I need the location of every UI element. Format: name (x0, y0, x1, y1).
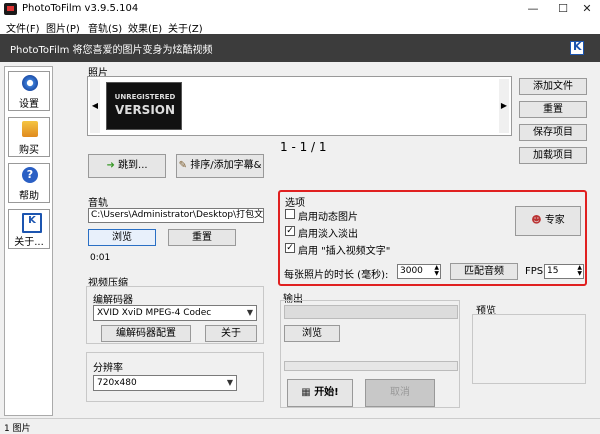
film-icon: ▦ (301, 387, 311, 398)
cancel-button[interactable]: 取消 (365, 379, 435, 407)
codec-select[interactable]: XVID XviD MPEG-4 Codec ▼ (93, 305, 257, 321)
save-project-button[interactable]: 保存项目 (519, 124, 587, 141)
sidebar: 设置 购买 ? 帮助 K 关于... (4, 66, 53, 416)
app-icon (4, 3, 17, 15)
output-group: 浏览 ▦ 开始! 取消 (280, 300, 460, 408)
expert-button[interactable]: ☻ 专家 (515, 206, 581, 236)
sidebar-item-label: 购买 (19, 145, 39, 156)
audio-browse-button[interactable]: 浏览 (88, 229, 156, 246)
close-button[interactable]: ✕ (572, 0, 600, 18)
match-audio-button[interactable]: 匹配音频 (450, 263, 518, 280)
dynamic-pictures-checkbox[interactable] (285, 209, 295, 219)
spinner-arrows-icon[interactable]: ▲ ▼ (577, 265, 582, 277)
sidebar-item-label: 设置 (19, 99, 39, 110)
codec-about-button[interactable]: 关于 (205, 325, 257, 342)
goto-button[interactable]: ➜ 跳到... (88, 154, 166, 178)
output-browse-button[interactable]: 浏览 (284, 325, 340, 342)
sidebar-item-label: 帮助 (19, 191, 39, 202)
chevron-down-icon: ▼ (246, 308, 253, 317)
load-project-button[interactable]: 加载项目 (519, 147, 587, 164)
resolution-group: 分辨率 720x480 ▼ (86, 352, 264, 402)
menu-audio[interactable]: 音轨(S) (88, 20, 122, 35)
scroll-right-button[interactable]: ▶ (499, 79, 509, 133)
sort-icon: ✎ (178, 160, 188, 171)
codec-label: 编解码器 (93, 295, 133, 306)
sidebar-item-label: 关于... (14, 237, 44, 248)
sidebar-item-buy[interactable]: 购买 (8, 117, 50, 157)
menu-about[interactable]: 关于(Z) (168, 20, 203, 35)
sidebar-item-settings[interactable]: 设置 (8, 71, 50, 111)
codec-config-button[interactable]: 编解码器配置 (101, 325, 191, 342)
sort-subtitle-button[interactable]: ✎ 排序/添加字幕& (176, 154, 264, 178)
person-icon: ☻ (531, 215, 542, 226)
fade-label: 启用淡入淡出 (298, 229, 358, 240)
fps-label: FPS (525, 266, 544, 277)
menu-effects[interactable]: 效果(E) (128, 20, 162, 35)
watermark-line1: UNREGISTERED (114, 93, 176, 101)
menu-file[interactable]: 文件(F) (6, 20, 40, 35)
spinner-arrows-icon[interactable]: ▲ ▼ (434, 265, 439, 277)
fps-spinner[interactable]: 15 ▲ ▼ (544, 264, 584, 279)
audio-path-input[interactable]: C:\Users\Administrator\Desktop\打包文件\pc (88, 208, 264, 223)
photo-strip[interactable]: ◀ UNREGISTERED VERSION ▶ (87, 76, 512, 136)
audio-label: 音轨 (88, 198, 108, 209)
sidebar-item-help[interactable]: ? 帮助 (8, 163, 50, 203)
status-text: 1 图片 (4, 424, 31, 434)
scroll-left-button[interactable]: ◀ (90, 79, 100, 133)
arrow-right-icon: ➜ (106, 160, 115, 171)
sidebar-item-about[interactable]: K 关于... (8, 209, 50, 249)
resolution-select[interactable]: 720x480 ▼ (93, 375, 237, 391)
title-bar: PhotoToFilm v3.9.5.104 — ☐ ✕ (0, 0, 600, 18)
resolution-label: 分辨率 (93, 363, 123, 374)
star-icon (22, 121, 38, 137)
start-button[interactable]: ▦ 开始! (287, 379, 353, 407)
photo-thumbnail[interactable]: UNREGISTERED VERSION (106, 82, 182, 130)
help-icon: ? (22, 167, 38, 183)
chevron-down-icon: ▼ (226, 378, 233, 387)
audio-reset-button[interactable]: 重置 (168, 229, 236, 246)
banner-logo-icon (570, 40, 584, 55)
gear-icon (22, 75, 38, 91)
reset-photos-button[interactable]: 重置 (519, 101, 587, 118)
duration-spinner[interactable]: 3000 ▲ ▼ (397, 264, 441, 279)
audio-time: 0:01 (90, 253, 111, 263)
add-files-button[interactable]: 添加文件 (519, 78, 587, 95)
fade-checkbox[interactable]: ✓ (285, 226, 295, 236)
dynamic-pictures-label: 启用动态图片 (298, 212, 358, 223)
banner: PhotoToFilm 将您喜爱的图片变身为炫酷视频 (0, 34, 600, 62)
output-path-field[interactable] (284, 305, 458, 319)
logo-icon: K (22, 213, 42, 233)
window-title: PhotoToFilm v3.9.5.104 (22, 3, 139, 14)
banner-text: PhotoToFilm 将您喜爱的图片变身为炫酷视频 (10, 45, 213, 56)
photo-counter: 1 - 1 / 1 (280, 140, 327, 154)
minimize-button[interactable]: — (518, 0, 548, 18)
menu-bar: 文件(F) 图片(P) 音轨(S) 效果(E) 关于(Z) (0, 18, 600, 35)
options-label: 选项 (285, 198, 305, 209)
compression-group: 编解码器 XVID XviD MPEG-4 Codec ▼ 编解码器配置 关于 (86, 286, 264, 344)
watermark-line2: VERSION (114, 103, 176, 117)
preview-pane (472, 314, 586, 384)
options-group: 选项 启用动态图片 ✓ 启用淡入淡出 ✓ 启用 "插入视频文字" ☻ 专家 每张… (278, 190, 587, 286)
video-text-label: 启用 "插入视频文字" (298, 246, 391, 257)
duration-label: 每张照片的时长 (毫秒): (284, 270, 389, 281)
video-text-checkbox[interactable]: ✓ (285, 243, 295, 253)
status-bar: 1 图片 (0, 418, 600, 434)
progress-bar (284, 361, 458, 371)
menu-pictures[interactable]: 图片(P) (46, 20, 80, 35)
